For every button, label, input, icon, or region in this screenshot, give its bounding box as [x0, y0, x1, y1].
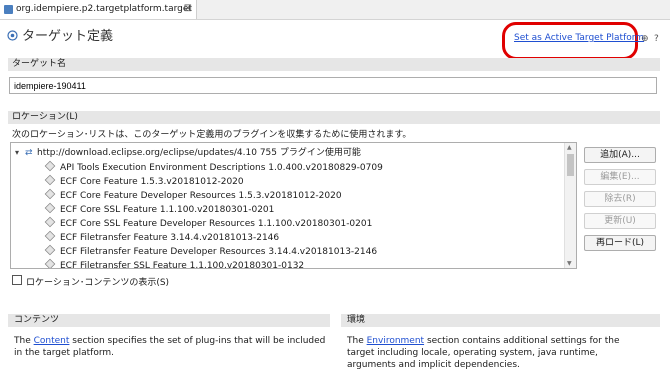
environment-link[interactable]: Environment [367, 336, 424, 346]
contents-text-pre: The [14, 336, 34, 346]
tree-row[interactable]: ECF Core SSL Feature 1.1.100.v20180301-0… [44, 202, 275, 217]
feature-label: ECF Core Feature Developer Resources 1.5… [60, 191, 342, 201]
help-icon[interactable]: ? [654, 34, 659, 44]
environment-section-header: 環境 [341, 314, 660, 327]
feature-icon [44, 230, 56, 242]
contents-description: The Content section specifies the set of… [14, 335, 330, 359]
editor-tab-bar: org.idempiere.p2.targetplatform.target ⊠ [0, 0, 670, 20]
scroll-up-icon[interactable]: ▲ [567, 144, 572, 151]
target-definition-icon [7, 30, 18, 41]
target-name-input[interactable] [9, 77, 657, 94]
update-site-icon: ⇄ [25, 148, 33, 158]
show-contents-label: ロケーション･コンテンツの表示(S) [26, 278, 170, 288]
tree-row[interactable]: ECF Core Feature Developer Resources 1.5… [44, 188, 342, 203]
tree-row[interactable]: ECF Filetransfer Feature 3.14.4.v2018101… [44, 230, 280, 245]
add-location-button[interactable]: 追加(A)... [584, 147, 656, 163]
editor-tab[interactable]: org.idempiere.p2.targetplatform.target ⊠ [0, 0, 197, 19]
feature-icon [44, 244, 56, 256]
tree-row[interactable]: ECF Filetransfer SSL Feature 1.1.100.v20… [44, 258, 305, 269]
pin-icon[interactable]: ⊕ [641, 34, 649, 44]
editor-tab-title: org.idempiere.p2.targetplatform.target [16, 4, 192, 14]
set-active-target-link[interactable]: Set as Active Target Platform [514, 33, 644, 43]
feature-label: ECF Core Feature 1.5.3.v20181012-2020 [60, 177, 244, 187]
tree-row[interactable]: ECF Core Feature 1.5.3.v20181012-2020 [44, 174, 244, 189]
target-name-section-header: ターゲット名 [8, 58, 660, 71]
feature-icon [44, 188, 56, 200]
feature-icon [44, 258, 56, 268]
feature-icon [44, 160, 56, 172]
feature-icon [44, 202, 56, 214]
feature-label: API Tools Execution Environment Descript… [60, 163, 383, 173]
page-title: ターゲット定義 [22, 29, 114, 44]
collapse-icon[interactable]: ▾ [15, 146, 25, 160]
feature-icon [44, 216, 56, 228]
locations-tree[interactable]: ▾ ⇄ http://download.eclipse.org/eclipse/up… [10, 142, 577, 269]
feature-icon [44, 174, 56, 186]
contents-link[interactable]: Content [34, 336, 70, 346]
root-location-label: http://download.eclipse.org/eclipse/upda… [37, 148, 361, 158]
update-location-button[interactable]: 更新(U) [584, 213, 656, 229]
scroll-down-icon[interactable]: ▼ [567, 260, 572, 267]
tree-row[interactable]: ECF Core SSL Feature Developer Resources… [44, 216, 373, 231]
close-icon[interactable]: ⊠ [184, 3, 192, 14]
tree-row[interactable]: API Tools Execution Environment Descript… [44, 160, 383, 175]
target-file-icon [4, 5, 13, 14]
environment-description: The Environment section contains additio… [347, 335, 647, 371]
locations-description: 次のロケーション･リストは、このターゲット定義用のプラグインを収集するために使用… [12, 130, 412, 140]
contents-section-header: コンテンツ [8, 314, 330, 327]
tree-row-root[interactable]: ▾ ⇄ http://download.eclipse.org/eclipse/up… [15, 146, 361, 160]
feature-label: ECF Filetransfer Feature 3.14.4.v2018101… [60, 233, 280, 243]
reload-button[interactable]: 再ロード(L) [584, 235, 656, 251]
feature-label: ECF Filetransfer Feature Developer Resou… [60, 247, 378, 257]
feature-label: ECF Filetransfer SSL Feature 1.1.100.v20… [60, 261, 305, 269]
feature-label: ECF Core SSL Feature 1.1.100.v20180301-0… [60, 205, 275, 215]
tree-scrollbar[interactable]: ▲ ▼ [564, 143, 576, 268]
environment-text-pre: The [347, 336, 367, 346]
scrollbar-thumb[interactable] [567, 154, 574, 176]
tree-row[interactable]: ECF Filetransfer Feature Developer Resou… [44, 244, 378, 259]
show-contents-checkbox[interactable] [12, 275, 22, 285]
remove-location-button[interactable]: 除去(R) [584, 191, 656, 207]
locations-section-header: ロケーション(L) [8, 111, 660, 124]
feature-label: ECF Core SSL Feature Developer Resources… [60, 219, 373, 229]
edit-location-button[interactable]: 編集(E)... [584, 169, 656, 185]
